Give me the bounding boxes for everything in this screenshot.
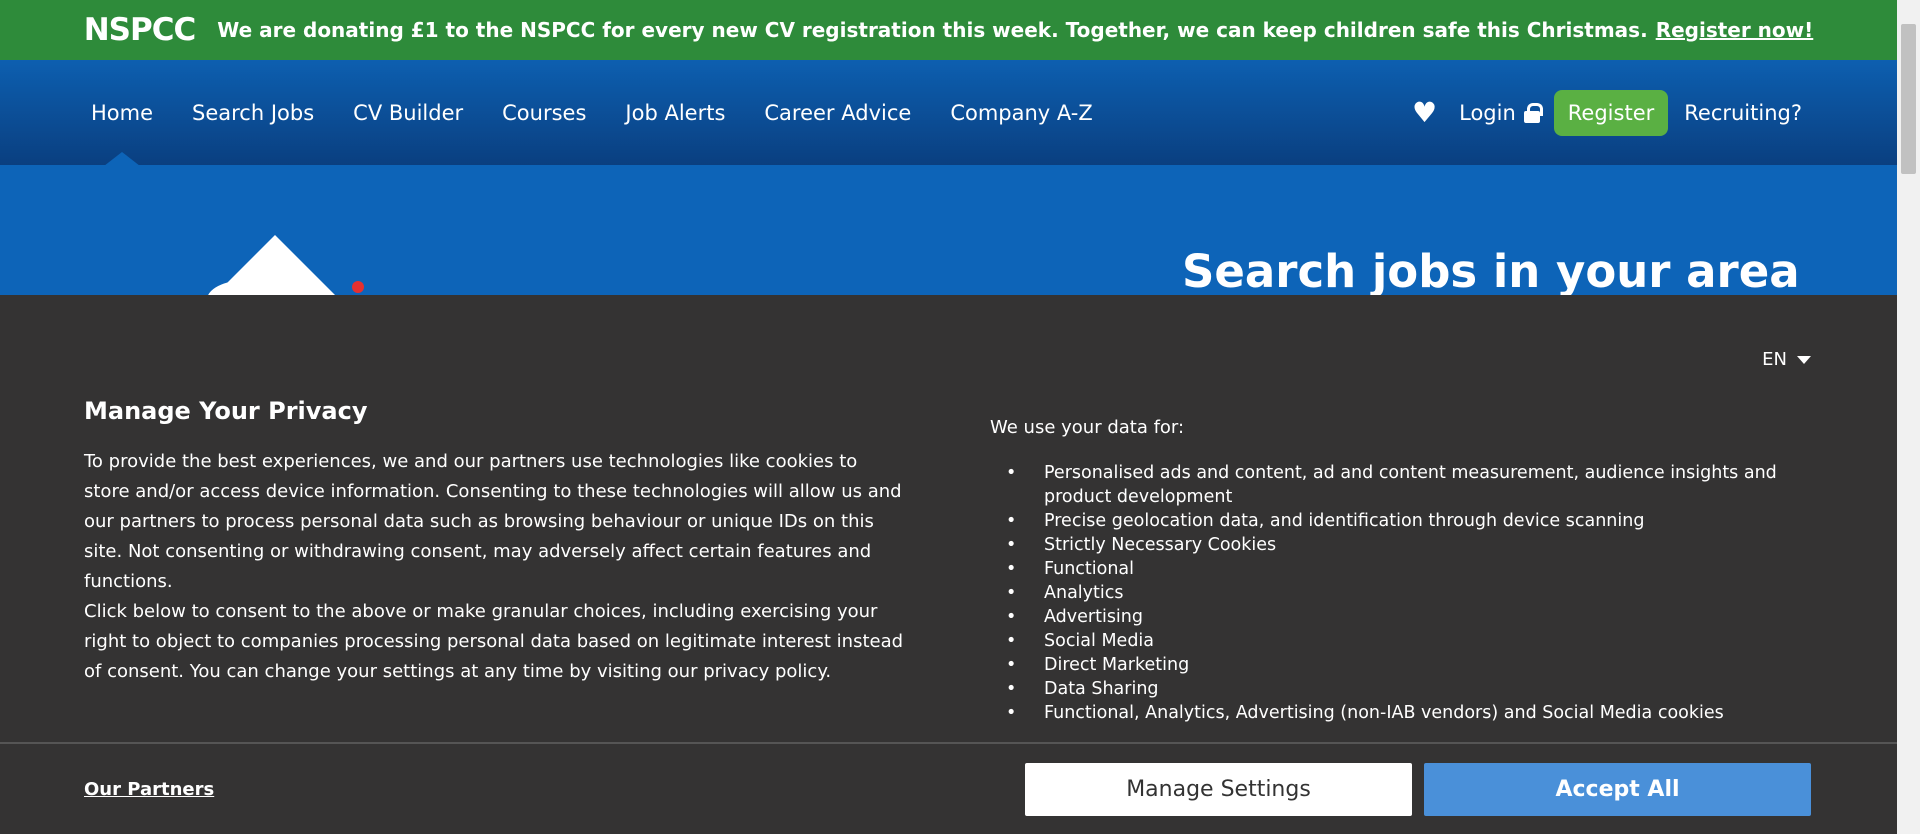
list-item: Social Media: [990, 629, 1790, 653]
nav-item-cv-builder[interactable]: CV Builder: [353, 101, 463, 125]
list-item: Advertising: [990, 605, 1790, 629]
language-selector[interactable]: EN: [1762, 349, 1811, 370]
nav-item-search-jobs[interactable]: Search Jobs: [192, 101, 314, 125]
scrollbar-thumb[interactable]: [1901, 24, 1916, 174]
list-item: Strictly Necessary Cookies: [990, 533, 1790, 557]
language-label: EN: [1762, 349, 1787, 370]
consent-text: To provide the best experiences, we and …: [84, 447, 904, 687]
scrollbar[interactable]: [1897, 0, 1920, 834]
divider: [0, 742, 1897, 744]
login-label: Login: [1459, 100, 1516, 125]
manage-settings-button[interactable]: Manage Settings: [1025, 763, 1412, 816]
nspcc-banner: NSPCC We are donating £1 to the NSPCC fo…: [0, 0, 1897, 60]
list-item: Precise geolocation data, and identifica…: [990, 509, 1790, 533]
nav-item-courses[interactable]: Courses: [502, 101, 586, 125]
consent-heading: Manage Your Privacy: [84, 397, 368, 425]
nav-item-career-advice[interactable]: Career Advice: [764, 101, 911, 125]
list-item: Data Sharing: [990, 677, 1790, 701]
active-nav-indicator: [104, 152, 140, 166]
cookie-consent-overlay: EN Manage Your Privacy To provide the be…: [0, 295, 1897, 834]
data-uses-heading: We use your data for:: [990, 417, 1185, 438]
nav-item-job-alerts[interactable]: Job Alerts: [625, 101, 725, 125]
list-item: Direct Marketing: [990, 653, 1790, 677]
list-item: Analytics: [990, 581, 1790, 605]
register-button[interactable]: Register: [1553, 89, 1669, 136]
hero-title: Search jobs in your area: [1182, 245, 1800, 295]
main-nav: Home Search Jobs CV Builder Courses Job …: [0, 60, 1897, 166]
consent-paragraph-2: Click below to consent to the above or m…: [84, 601, 904, 682]
chevron-down-icon: [1797, 355, 1811, 364]
lock-icon: [1523, 102, 1543, 123]
nspcc-logo: NSPCC: [83, 12, 196, 48]
cv-library-logo: [208, 235, 364, 295]
nav-item-company-a-z[interactable]: Company A-Z: [950, 101, 1092, 125]
list-item: Personalised ads and content, ad and con…: [990, 461, 1790, 509]
heart-icon[interactable]: ♥: [1412, 96, 1437, 129]
data-uses-list: Personalised ads and content, ad and con…: [990, 461, 1790, 725]
banner-message: We are donating £1 to the NSPCC for ever…: [217, 18, 1648, 42]
list-item: Functional, Analytics, Advertising (non-…: [990, 701, 1790, 725]
hero-section: Search jobs in your area: [0, 165, 1897, 295]
nav-actions: ♥ Login Register Recruiting?: [1412, 60, 1802, 165]
list-item: Functional: [990, 557, 1790, 581]
our-partners-link[interactable]: Our Partners: [84, 779, 214, 800]
nav-links: Home Search Jobs CV Builder Courses Job …: [91, 101, 1132, 125]
recruiting-link[interactable]: Recruiting?: [1684, 101, 1802, 125]
login-link[interactable]: Login: [1459, 100, 1543, 125]
register-now-link[interactable]: Register now!: [1656, 18, 1814, 42]
consent-paragraph-1: To provide the best experiences, we and …: [84, 451, 902, 592]
nav-item-home[interactable]: Home: [91, 101, 153, 125]
accept-all-button[interactable]: Accept All: [1424, 763, 1811, 816]
